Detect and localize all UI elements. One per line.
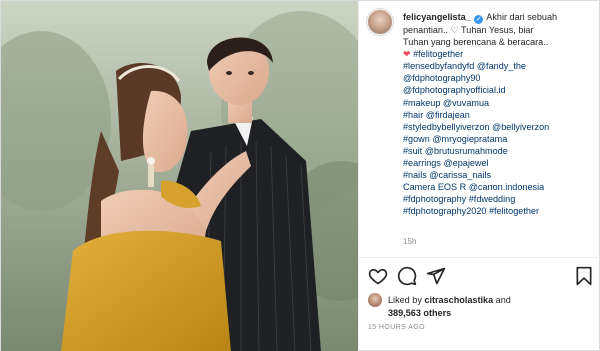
caption-tag-line[interactable]: @fdphotography90 bbox=[403, 72, 600, 84]
caption-text-line-3: Tuhan yang berencana & beracara.. bbox=[403, 37, 549, 48]
post-photo[interactable] bbox=[1, 1, 358, 351]
caption-tag-line[interactable]: #lensedbyfandyfd @fandy_the bbox=[403, 60, 600, 72]
liked-by-prefix: Liked by bbox=[388, 295, 425, 305]
caption-tag-line[interactable]: #gown @mryogiepratama bbox=[403, 133, 600, 145]
hashtag-link[interactable]: #felitogether bbox=[413, 49, 463, 59]
caption-tag-line[interactable]: #suit @brutusrumahmode bbox=[403, 145, 600, 157]
verified-badge-icon: ✓ bbox=[474, 15, 484, 24]
share-button[interactable] bbox=[426, 266, 446, 286]
divider bbox=[359, 257, 600, 258]
liker-avatar[interactable] bbox=[368, 293, 382, 307]
liked-by-user-link[interactable]: citrascholastika bbox=[424, 295, 493, 305]
heart-icon bbox=[368, 268, 388, 285]
liked-by-and: and bbox=[493, 295, 511, 305]
comment-icon bbox=[397, 266, 417, 286]
comment-button[interactable] bbox=[397, 266, 417, 286]
caption-tag-line[interactable]: #fdphotography2020 #felitogether bbox=[403, 205, 600, 217]
caption-tag-line[interactable]: #nails @carissa_nails bbox=[403, 169, 600, 181]
caption-text-line-2: penantian.. ♡ Tuhan Yesus, biar bbox=[403, 25, 534, 35]
author-username[interactable]: felicyangelista_ bbox=[403, 12, 471, 22]
like-button[interactable] bbox=[368, 266, 388, 286]
caption-tag-line[interactable]: @fdphotographyofficial.id bbox=[403, 84, 600, 96]
liked-by-line: Liked by citrascholastika and bbox=[388, 294, 594, 306]
caption-timestamp: 15h bbox=[403, 237, 417, 246]
wedding-photo-illustration bbox=[1, 1, 358, 351]
caption-tag-line[interactable]: Camera EOS R @canon.indonesia bbox=[403, 181, 600, 193]
paper-plane-icon bbox=[426, 267, 446, 285]
bookmark-icon bbox=[576, 266, 592, 286]
caption-tag-line[interactable]: #fdphotography #fdwedding bbox=[403, 193, 600, 205]
action-bar bbox=[368, 266, 594, 288]
save-button[interactable] bbox=[574, 266, 594, 286]
caption: felicyangelista_ ✓ Akhir dari sebuah pen… bbox=[403, 11, 600, 218]
caption-tag-line[interactable]: #hair @firdajean bbox=[403, 109, 600, 121]
caption-first-line: felicyangelista_ ✓ Akhir dari sebuah bbox=[403, 11, 600, 24]
caption-text-line-1: Akhir dari sebuah bbox=[486, 12, 558, 22]
caption-tag-line[interactable]: #makeup @vuvamua bbox=[403, 97, 600, 109]
author-avatar[interactable] bbox=[367, 9, 393, 35]
caption-tag-line[interactable]: #earrings @epajewel bbox=[403, 157, 600, 169]
likes-count-link[interactable]: 389,563 others bbox=[388, 307, 451, 319]
red-heart-icon: ❤ bbox=[403, 49, 411, 60]
hashtag-felitogether-line: ❤ #felitogether bbox=[403, 48, 600, 60]
instagram-post: felicyangelista_ ✓ Akhir dari sebuah pen… bbox=[0, 0, 600, 351]
post-timestamp[interactable]: 15 HOURS AGO bbox=[368, 324, 425, 331]
post-side-panel: felicyangelista_ ✓ Akhir dari sebuah pen… bbox=[358, 1, 600, 351]
caption-tag-line[interactable]: #styledbybellyiverzon @bellyiverzon bbox=[403, 121, 600, 133]
